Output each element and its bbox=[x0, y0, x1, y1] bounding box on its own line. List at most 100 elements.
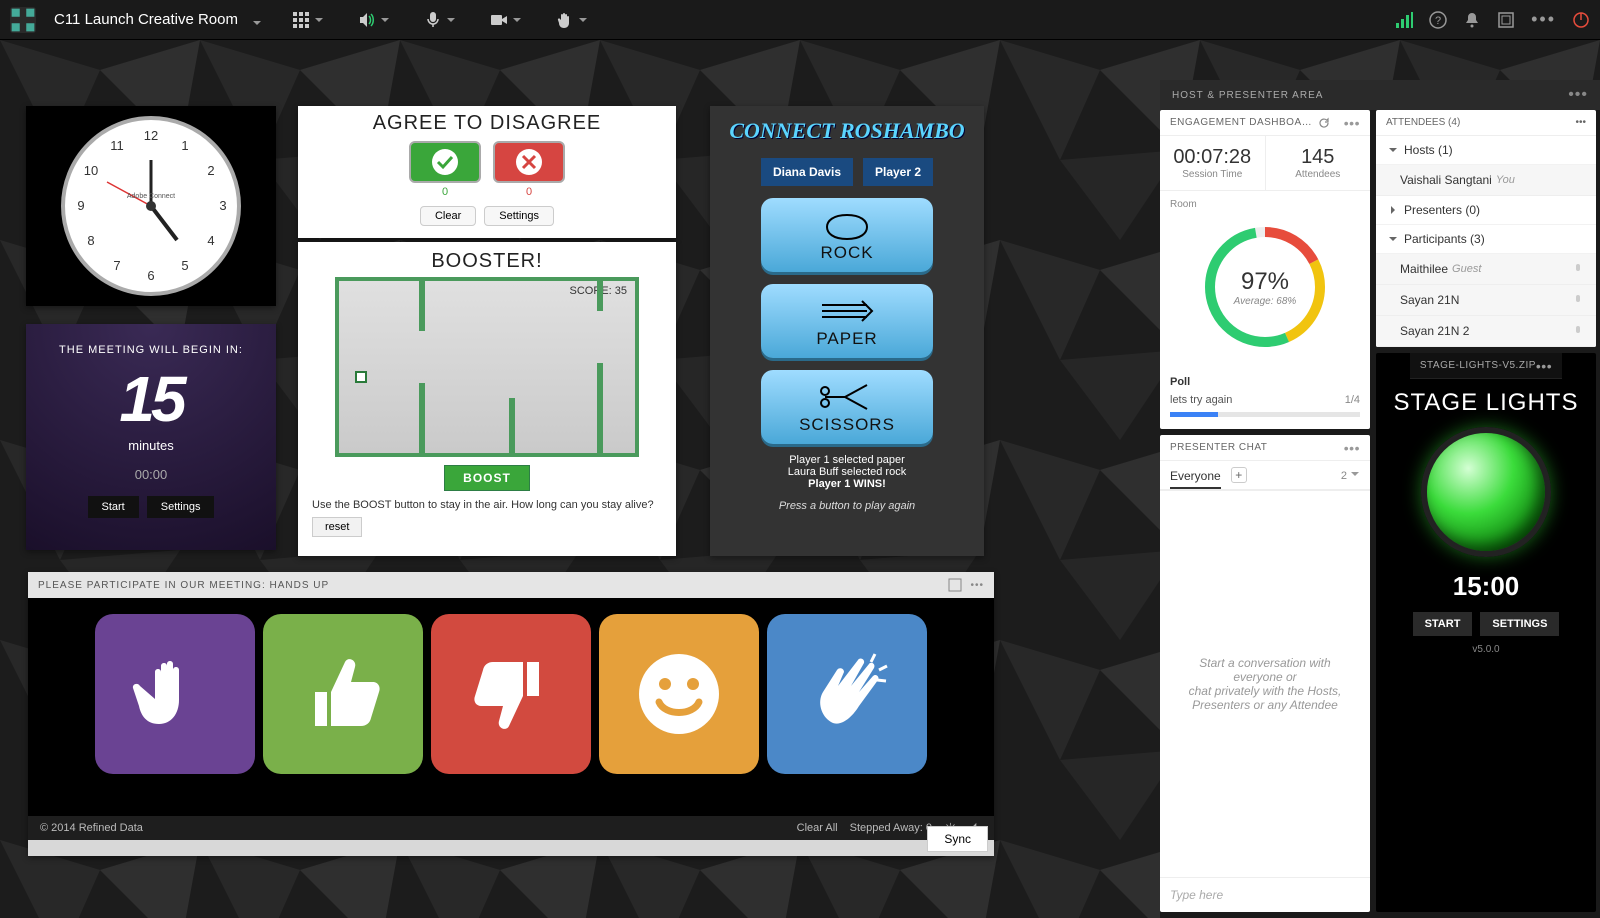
raise-hand-button[interactable] bbox=[95, 614, 255, 774]
stage-start-button[interactable]: START bbox=[1413, 612, 1473, 636]
countdown-title: THE MEETING WILL BEGIN IN: bbox=[59, 344, 243, 356]
attendees-options[interactable]: ••• bbox=[1575, 117, 1586, 128]
stage-settings-button[interactable]: SETTINGS bbox=[1480, 612, 1559, 636]
booster-tip: Use the BOOST button to stay in the air.… bbox=[312, 499, 662, 511]
paper-button[interactable]: PAPER bbox=[761, 284, 933, 358]
svg-text:10: 10 bbox=[84, 163, 98, 178]
roshambo-title: CONNECT ROSHAMBO bbox=[729, 118, 964, 144]
stage-title: STAGE LIGHTS bbox=[1394, 389, 1579, 417]
thumbs-up-button[interactable] bbox=[263, 614, 423, 774]
svg-text:6: 6 bbox=[147, 268, 154, 283]
stage-time: 15:00 bbox=[1453, 571, 1520, 602]
clock-face: 1212 345 678 91011 Adobe Connect bbox=[61, 116, 241, 296]
participants-section[interactable]: Participants (3) bbox=[1376, 225, 1596, 254]
roshambo-foot: Press a button to play again bbox=[779, 500, 915, 512]
engagement-panel: ENGAGEMENT DASHBOA… ••• 00:07:28 Session… bbox=[1160, 110, 1370, 429]
top-bar: C11 Launch Creative Room ? ••• bbox=[0, 0, 1600, 40]
help-icon[interactable]: ? bbox=[1429, 11, 1447, 29]
countdown-unit: minutes bbox=[128, 438, 174, 453]
layouts-menu[interactable] bbox=[288, 7, 328, 33]
agree-no-count: 0 bbox=[493, 186, 565, 198]
applaud-button[interactable] bbox=[767, 614, 927, 774]
agree-yes-button[interactable] bbox=[409, 141, 481, 183]
hands-copyright: © 2014 Refined Data bbox=[40, 822, 797, 834]
speaker-menu[interactable] bbox=[354, 7, 394, 33]
agree-yes-count: 0 bbox=[409, 186, 481, 198]
session-time-label: Session Time bbox=[1164, 169, 1261, 180]
engagement-options[interactable]: ••• bbox=[1344, 115, 1360, 131]
svg-text:Adobe Connect: Adobe Connect bbox=[127, 193, 175, 200]
pod-options-icon[interactable]: ••• bbox=[970, 580, 984, 591]
hands-body bbox=[28, 598, 994, 816]
bell-icon[interactable] bbox=[1463, 11, 1481, 29]
stage-lights-panel: STAGE-LIGHTS-V5.ZIP ••• STAGE LIGHTS 15:… bbox=[1376, 353, 1596, 912]
session-time-value: 00:07:28 bbox=[1164, 146, 1261, 169]
hands-pod: PLEASE PARTICIPATE IN OUR MEETING: HANDS… bbox=[28, 572, 994, 856]
app-icon[interactable] bbox=[10, 7, 36, 33]
engagement-percent: 97% bbox=[1241, 268, 1289, 296]
attendees-panel: ATTENDEES (4) ••• Hosts (1) Vaishali San… bbox=[1376, 110, 1596, 347]
attendee-row[interactable]: Sayan 21N bbox=[1376, 285, 1596, 316]
fullscreen-icon[interactable] bbox=[1497, 11, 1515, 29]
poll-fraction: 1/4 bbox=[1345, 394, 1360, 406]
add-chat-tab[interactable]: + bbox=[1231, 467, 1247, 483]
stage-options[interactable]: ••• bbox=[1536, 358, 1552, 374]
refresh-icon[interactable] bbox=[1318, 117, 1330, 129]
attendee-row[interactable]: Sayan 21N 2 bbox=[1376, 316, 1596, 347]
booster-field: SCORE: 35 bbox=[335, 277, 639, 457]
boost-button[interactable]: BOOST bbox=[444, 465, 530, 491]
stepped-away-label: Stepped Away: 0 bbox=[850, 822, 932, 834]
countdown-start-button[interactable]: Start bbox=[88, 496, 139, 518]
more-icon[interactable]: ••• bbox=[1531, 9, 1556, 30]
room-title[interactable]: C11 Launch Creative Room bbox=[54, 11, 238, 28]
expand-icon[interactable] bbox=[948, 578, 962, 592]
camera-menu[interactable] bbox=[486, 7, 526, 33]
stage-title-bar: STAGE-LIGHTS-V5.ZIP bbox=[1420, 360, 1536, 371]
agree-title: AGREE TO DISAGREE bbox=[304, 112, 670, 135]
svg-text:1: 1 bbox=[181, 138, 188, 153]
scissors-button[interactable]: SCISSORS bbox=[761, 370, 933, 444]
connection-icon[interactable] bbox=[1395, 11, 1413, 29]
chat-options[interactable]: ••• bbox=[1344, 440, 1360, 456]
agree-no-button[interactable] bbox=[493, 141, 565, 183]
engagement-ring: 97% Average: 68% bbox=[1200, 222, 1330, 352]
presenter-chat-panel: PRESENTER CHAT ••• Everyone + 2 Start a … bbox=[1160, 435, 1370, 912]
clock-pod: 1212 345 678 91011 Adobe Connect bbox=[26, 106, 276, 306]
sync-button[interactable]: Sync bbox=[927, 826, 988, 852]
chat-tab-everyone[interactable]: Everyone bbox=[1170, 469, 1221, 489]
presenters-section[interactable]: Presenters (0) bbox=[1376, 196, 1596, 225]
svg-text:?: ? bbox=[1435, 15, 1441, 27]
power-icon[interactable] bbox=[1572, 11, 1590, 29]
mic-menu[interactable] bbox=[420, 7, 460, 33]
hosts-section[interactable]: Hosts (1) bbox=[1376, 136, 1596, 165]
host-area-options[interactable]: ••• bbox=[1568, 86, 1588, 104]
stage-light-button[interactable] bbox=[1421, 427, 1551, 557]
attendee-row[interactable]: MaithileeGuest bbox=[1376, 254, 1596, 285]
poll-progress bbox=[1170, 412, 1360, 417]
hands-title: PLEASE PARTICIPATE IN OUR MEETING: HANDS… bbox=[38, 580, 329, 591]
svg-text:12: 12 bbox=[144, 128, 158, 143]
agree-settings-button[interactable]: Settings bbox=[484, 206, 554, 226]
svg-text:9: 9 bbox=[77, 198, 84, 213]
player2-button[interactable]: Player 2 bbox=[863, 158, 933, 186]
chat-input[interactable]: Type here bbox=[1160, 877, 1370, 912]
engagement-title: ENGAGEMENT DASHBOA… bbox=[1170, 117, 1312, 128]
player1-button[interactable]: Diana Davis bbox=[761, 158, 853, 186]
hand-menu[interactable] bbox=[552, 7, 592, 33]
agree-pod: AGREE TO DISAGREE 0 0 Clear Settings bbox=[298, 106, 676, 238]
smile-button[interactable] bbox=[599, 614, 759, 774]
booster-reset-button[interactable]: reset bbox=[312, 517, 362, 537]
poll-text: lets try again bbox=[1170, 394, 1232, 406]
agree-clear-button[interactable]: Clear bbox=[420, 206, 476, 226]
attendee-row[interactable]: Vaishali SangtaniYou bbox=[1376, 165, 1596, 196]
chat-title: PRESENTER CHAT bbox=[1170, 442, 1267, 453]
rock-button[interactable]: ROCK bbox=[761, 198, 933, 272]
countdown-pod: THE MEETING WILL BEGIN IN: 15 minutes 00… bbox=[26, 324, 276, 550]
room-dropdown-icon[interactable] bbox=[252, 15, 262, 25]
stage-version: v5.0.0 bbox=[1472, 644, 1499, 663]
thumbs-down-button[interactable] bbox=[431, 614, 591, 774]
svg-text:7: 7 bbox=[113, 258, 120, 273]
attendees-title: ATTENDEES (4) bbox=[1386, 117, 1460, 128]
clear-all-button[interactable]: Clear All bbox=[797, 822, 838, 834]
countdown-settings-button[interactable]: Settings bbox=[147, 496, 215, 518]
